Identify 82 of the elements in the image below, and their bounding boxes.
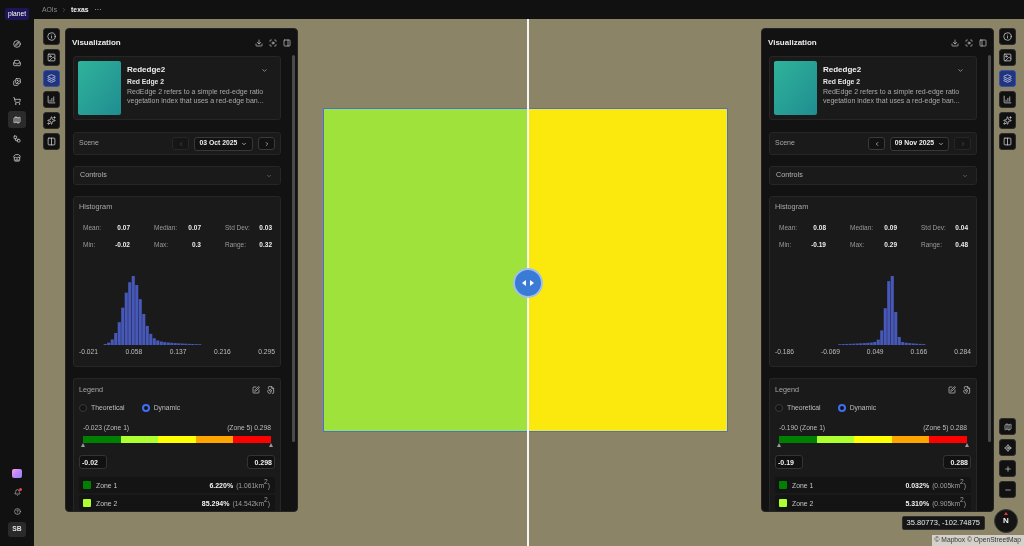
chevron-right-icon bbox=[263, 140, 270, 147]
chevron-right-icon bbox=[61, 6, 68, 13]
tool-button[interactable] bbox=[999, 112, 1016, 129]
tool-button[interactable] bbox=[43, 28, 60, 45]
focus-icon[interactable] bbox=[269, 38, 277, 47]
chevron-down-icon[interactable] bbox=[957, 66, 964, 74]
columns-icon bbox=[1003, 137, 1012, 146]
tool-button[interactable] bbox=[999, 70, 1016, 87]
bell-icon bbox=[13, 489, 21, 496]
tool-button[interactable] bbox=[999, 28, 1016, 45]
download-icon[interactable] bbox=[951, 38, 959, 47]
sparkles-icon bbox=[47, 116, 56, 125]
chevron-down-icon bbox=[241, 140, 248, 147]
download-icon[interactable] bbox=[255, 38, 263, 47]
north-marker-icon bbox=[1004, 512, 1008, 515]
compass-icon bbox=[13, 39, 21, 48]
cart-icon bbox=[13, 96, 21, 105]
chevron-down-icon bbox=[266, 172, 272, 179]
scrollbar[interactable] bbox=[988, 55, 991, 442]
side-panel-icon[interactable] bbox=[283, 38, 291, 47]
plus-icon bbox=[1003, 464, 1012, 473]
layer-name: Rededge2 bbox=[823, 65, 862, 75]
side-panel-icon[interactable] bbox=[979, 38, 987, 47]
tool-button[interactable] bbox=[43, 133, 60, 150]
map-icon bbox=[1003, 422, 1012, 431]
locate-icon bbox=[1003, 443, 1012, 452]
store-icon bbox=[13, 153, 21, 162]
panel-title: Visualization bbox=[72, 37, 121, 48]
info-icon bbox=[1003, 32, 1012, 41]
edit-icon[interactable] bbox=[252, 385, 260, 394]
split-divider[interactable] bbox=[527, 19, 529, 546]
tool-button[interactable] bbox=[43, 112, 60, 129]
panel-title: Visualization bbox=[768, 37, 817, 48]
bar-chart-icon bbox=[1003, 95, 1012, 104]
gradient-app-icon bbox=[12, 469, 22, 478]
bar-chart-icon bbox=[47, 95, 56, 104]
map-style-button[interactable] bbox=[999, 418, 1016, 435]
tool-button[interactable] bbox=[43, 49, 60, 66]
zoom-in-button[interactable] bbox=[999, 460, 1016, 477]
radio-button[interactable] bbox=[775, 403, 783, 412]
chevron-down-icon bbox=[938, 140, 945, 147]
range-handle-icon[interactable] bbox=[81, 443, 85, 447]
file-chart-icon[interactable] bbox=[963, 385, 971, 394]
range-handle-icon[interactable] bbox=[965, 443, 969, 447]
range-handle-icon[interactable] bbox=[777, 443, 781, 447]
info-icon bbox=[47, 32, 56, 41]
chevron-right-icon bbox=[959, 140, 966, 147]
nav-button[interactable] bbox=[8, 111, 26, 128]
layer-thumbnail-image bbox=[774, 61, 817, 115]
map-icon bbox=[13, 115, 21, 124]
layers-icon bbox=[1003, 74, 1012, 83]
workflow-icon bbox=[13, 134, 21, 143]
edit-icon[interactable] bbox=[948, 385, 956, 394]
left-right-arrows-icon bbox=[522, 280, 534, 286]
zoom-out-button[interactable] bbox=[999, 481, 1016, 498]
image-icon bbox=[1003, 53, 1012, 62]
layer-name: Rededge2 bbox=[127, 65, 166, 75]
tool-button[interactable] bbox=[999, 133, 1016, 150]
tool-button[interactable] bbox=[999, 49, 1016, 66]
radio-button[interactable] bbox=[79, 403, 87, 412]
images-icon bbox=[13, 77, 21, 86]
layer-thumbnail-image bbox=[78, 61, 121, 115]
inbox-icon bbox=[13, 58, 21, 67]
chevron-down-icon[interactable] bbox=[261, 66, 268, 74]
range-handle-icon[interactable] bbox=[269, 443, 273, 447]
chevron-left-icon bbox=[177, 140, 184, 147]
scrollbar[interactable] bbox=[292, 55, 295, 442]
tool-button[interactable] bbox=[43, 70, 60, 87]
locate-button[interactable] bbox=[999, 439, 1016, 456]
chevron-left-icon bbox=[873, 140, 880, 147]
image-icon bbox=[47, 53, 56, 62]
chevron-down-icon bbox=[962, 172, 968, 179]
help-icon bbox=[13, 508, 21, 515]
sparkles-icon bbox=[1003, 116, 1012, 125]
file-chart-icon[interactable] bbox=[267, 385, 275, 394]
radio-button[interactable] bbox=[141, 403, 150, 412]
tool-button[interactable] bbox=[43, 91, 60, 108]
layers-icon bbox=[47, 74, 56, 83]
tool-button[interactable] bbox=[999, 91, 1016, 108]
focus-icon[interactable] bbox=[965, 38, 973, 47]
radio-button[interactable] bbox=[837, 403, 846, 412]
columns-icon bbox=[47, 137, 56, 146]
